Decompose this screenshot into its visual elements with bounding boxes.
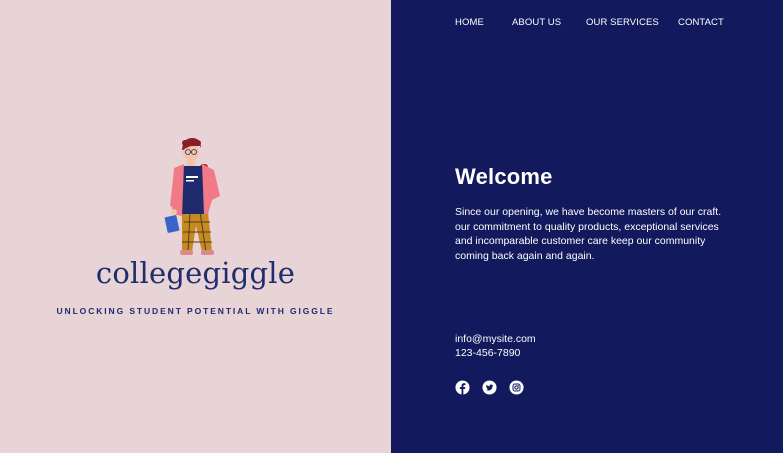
nav-item-home[interactable]: HOME (455, 17, 484, 28)
facebook-icon[interactable] (455, 380, 470, 395)
contact-phone: 123-456-7890 (455, 347, 521, 359)
student-illustration (164, 138, 220, 255)
twitter-icon[interactable] (482, 380, 497, 395)
contact-email[interactable]: info@mysite.com (455, 333, 536, 345)
nav-item-our-services[interactable]: OUR SERVICES (586, 17, 659, 28)
welcome-text: Since our opening, we have become master… (455, 206, 722, 262)
welcome-title: Welcome (455, 164, 553, 189)
nav-item-contact[interactable]: CONTACT (678, 17, 724, 28)
instagram-icon[interactable] (509, 380, 524, 395)
brand-tagline: UNLOCKING STUDENT POTENTIAL WITH GIGGLE (56, 306, 335, 316)
left-panel: collegegiggle UNLOCKING STUDENT POTENTIA… (0, 0, 391, 453)
nav-item-about-us[interactable]: ABOUT US (512, 17, 561, 28)
brand-name: collegegiggle (95, 256, 296, 290)
